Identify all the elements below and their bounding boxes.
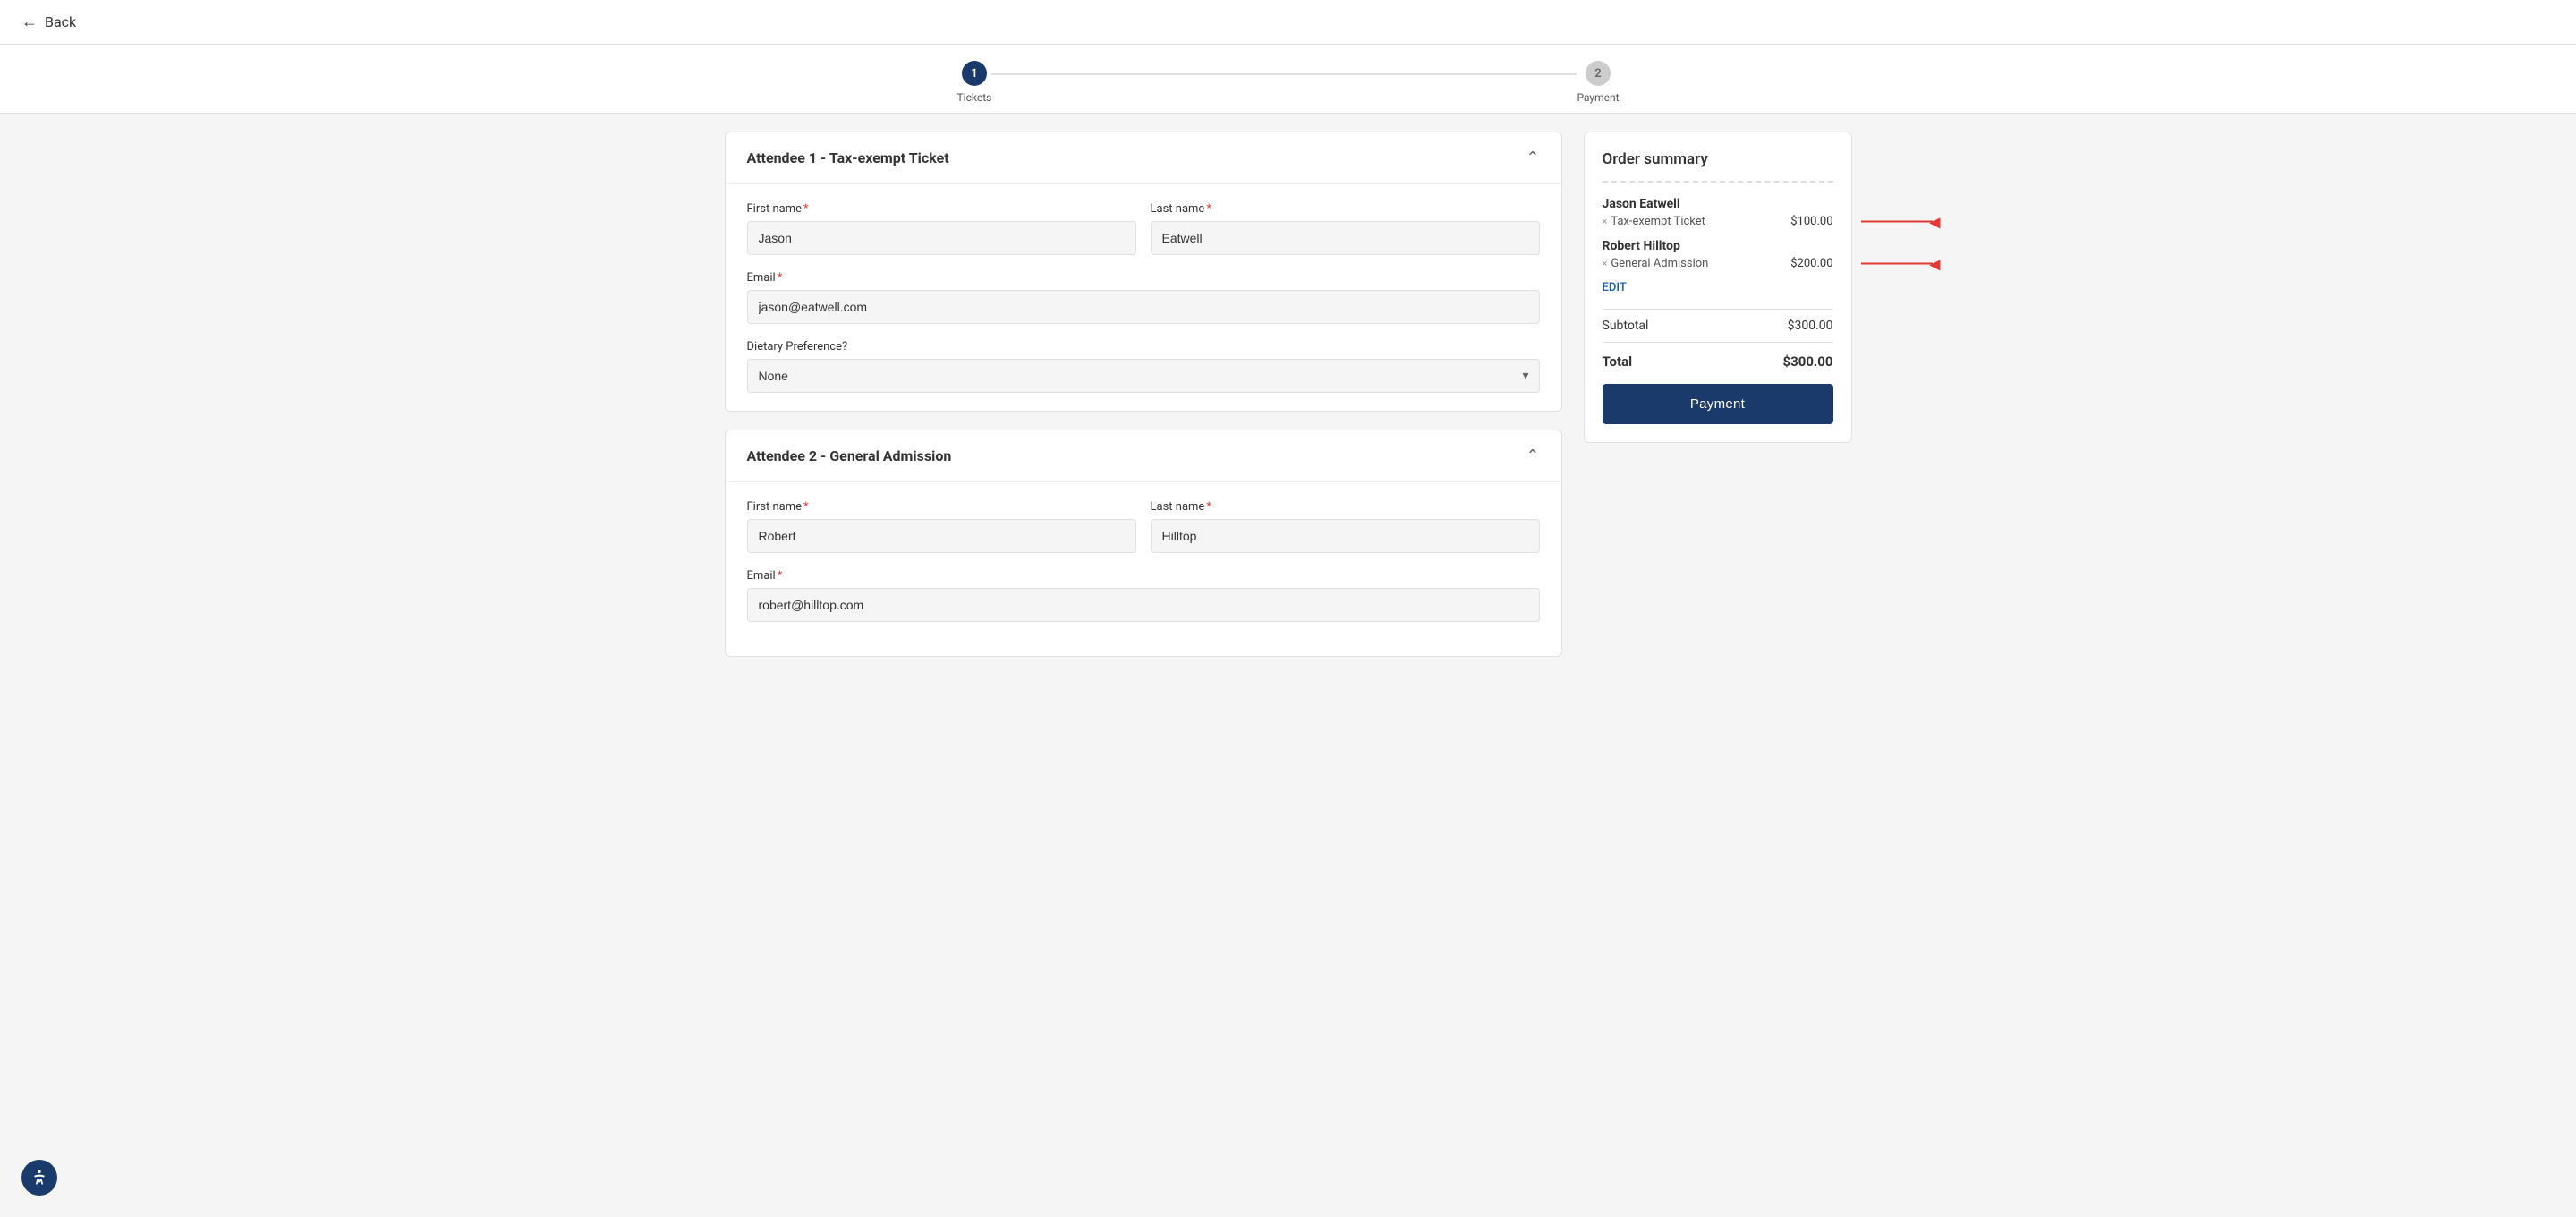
subtotal-label: Subtotal bbox=[1603, 319, 1649, 333]
attendee1-num: Attendee 1 bbox=[747, 149, 818, 166]
order-subtotal-row: Subtotal $300.00 bbox=[1603, 309, 1833, 342]
attendee1-card: Attendee 1 - Tax-exempt Ticket ⌃ First n… bbox=[725, 132, 1562, 412]
subtotal-value: $300.00 bbox=[1788, 319, 1833, 333]
step2-label: Payment bbox=[1577, 91, 1619, 104]
step1-label: Tickets bbox=[957, 91, 992, 104]
attendee1-lastname-input[interactable] bbox=[1151, 221, 1540, 255]
attendee2-lastname-group: Last name* bbox=[1151, 500, 1540, 553]
attendee1-dietary-wrapper: None Vegetarian Vegan Gluten-free Halal … bbox=[747, 359, 1540, 393]
order-attendee2-section: Robert Hilltop × General Admission $200.… bbox=[1603, 239, 1833, 270]
ticket-x2: × bbox=[1603, 258, 1608, 269]
order-attendee1-ticket-label: × Tax-exempt Ticket bbox=[1603, 215, 1705, 228]
accessibility-icon bbox=[30, 1169, 48, 1187]
total-value: $300.00 bbox=[1783, 353, 1833, 370]
order-attendee1-ticket-row: × Tax-exempt Ticket $100.00 ◀ bbox=[1603, 215, 1833, 228]
required-star2: * bbox=[1206, 202, 1211, 216]
progress-bar: 1 Tickets 2 Payment bbox=[922, 45, 1655, 113]
attendee1-email-input[interactable] bbox=[747, 290, 1540, 324]
order-attendee2-price: $200.00 bbox=[1790, 257, 1832, 270]
attendee2-firstname-input[interactable] bbox=[747, 519, 1136, 553]
attendee2-name-row: First name* Last name* bbox=[747, 500, 1540, 553]
step-payment: 2 Payment bbox=[1577, 61, 1619, 104]
order-summary-title: Order summary bbox=[1603, 150, 1833, 168]
annotation-arrow2: ◀ bbox=[1861, 255, 1940, 272]
back-arrow-icon[interactable]: ← bbox=[21, 13, 38, 31]
attendee2-num: Attendee 2 bbox=[747, 447, 818, 464]
attendee1-collapse-icon[interactable]: ⌃ bbox=[1526, 149, 1539, 167]
attendee2-sep: - bbox=[820, 447, 829, 464]
required-star4: * bbox=[803, 500, 809, 514]
edit-link[interactable]: EDIT bbox=[1603, 281, 1833, 294]
order-summary-panel: Order summary Jason Eatwell × Tax-exempt… bbox=[1584, 132, 1852, 443]
attendee2-email-label: Email* bbox=[747, 569, 1540, 583]
attendee2-collapse-icon[interactable]: ⌃ bbox=[1526, 447, 1539, 465]
attendee1-name-row: First name* Last name* bbox=[747, 202, 1540, 255]
attendee1-ticket-type: Tax-exempt Ticket bbox=[829, 149, 949, 166]
attendee2-title: Attendee 2 - General Admission bbox=[747, 447, 952, 464]
attendee1-sep: - bbox=[820, 149, 829, 166]
attendee1-header: Attendee 1 - Tax-exempt Ticket ⌃ bbox=[726, 132, 1561, 184]
attendee1-dietary-label: Dietary Preference? bbox=[747, 340, 1540, 353]
attendee2-email-group: Email* bbox=[747, 569, 1540, 622]
attendee1-body: First name* Last name* Email* bbox=[726, 184, 1561, 411]
required-star: * bbox=[803, 202, 809, 216]
step1-circle: 1 bbox=[962, 61, 987, 86]
step2-circle: 2 bbox=[1586, 61, 1611, 86]
order-attendee2-name: Robert Hilltop bbox=[1603, 239, 1833, 253]
annotation-arrow1: ◀ bbox=[1861, 213, 1940, 230]
accessibility-button[interactable] bbox=[21, 1160, 57, 1196]
attendee2-body: First name* Last name* Email* bbox=[726, 482, 1561, 656]
attendee1-email-group: Email* bbox=[747, 271, 1540, 324]
order-attendee1-price: $100.00 bbox=[1790, 215, 1832, 228]
total-label: Total bbox=[1603, 353, 1633, 370]
form-area: Attendee 1 - Tax-exempt Ticket ⌃ First n… bbox=[725, 132, 1562, 657]
attendee1-firstname-input[interactable] bbox=[747, 221, 1136, 255]
order-attendee1-section: Jason Eatwell × Tax-exempt Ticket $100.0… bbox=[1603, 197, 1833, 228]
attendee1-email-label: Email* bbox=[747, 271, 1540, 285]
attendee2-header: Attendee 2 - General Admission ⌃ bbox=[726, 430, 1561, 482]
order-attendee2-ticket-row: × General Admission $200.00 ◀ bbox=[1603, 257, 1833, 270]
top-bar: ← Back bbox=[0, 0, 2576, 45]
attendee1-dietary-group: Dietary Preference? None Vegetarian Vega… bbox=[747, 340, 1540, 393]
step-line bbox=[991, 73, 1577, 75]
attendee2-firstname-group: First name* bbox=[747, 500, 1136, 553]
attendee1-firstname-label: First name* bbox=[747, 202, 1136, 216]
main-layout: Attendee 1 - Tax-exempt Ticket ⌃ First n… bbox=[689, 132, 1888, 657]
ticket-x1: × bbox=[1603, 216, 1608, 227]
required-star5: * bbox=[1206, 500, 1211, 514]
attendee2-ticket-type: General Admission bbox=[829, 447, 951, 464]
step-tickets: 1 Tickets bbox=[957, 61, 992, 104]
attendee2-card: Attendee 2 - General Admission ⌃ First n… bbox=[725, 430, 1562, 657]
order-attendee1-name: Jason Eatwell bbox=[1603, 197, 1833, 211]
attendee2-firstname-label: First name* bbox=[747, 500, 1136, 514]
back-label[interactable]: Back bbox=[45, 13, 76, 30]
attendee2-email-input[interactable] bbox=[747, 588, 1540, 622]
attendee2-lastname-input[interactable] bbox=[1151, 519, 1540, 553]
order-attendee2-ticket-label: × General Admission bbox=[1603, 257, 1709, 270]
attendee1-title: Attendee 1 - Tax-exempt Ticket bbox=[747, 149, 949, 166]
order-divider bbox=[1603, 181, 1833, 183]
attendee1-lastname-group: Last name* bbox=[1151, 202, 1540, 255]
payment-button[interactable]: Payment bbox=[1603, 384, 1833, 424]
attendee1-firstname-group: First name* bbox=[747, 202, 1136, 255]
required-star3: * bbox=[778, 271, 783, 285]
order-total-row: Total $300.00 bbox=[1603, 342, 1833, 384]
attendee2-lastname-label: Last name* bbox=[1151, 500, 1540, 514]
attendee1-lastname-label: Last name* bbox=[1151, 202, 1540, 216]
required-star6: * bbox=[778, 569, 783, 583]
attendee1-dietary-select[interactable]: None Vegetarian Vegan Gluten-free Halal … bbox=[747, 359, 1540, 393]
